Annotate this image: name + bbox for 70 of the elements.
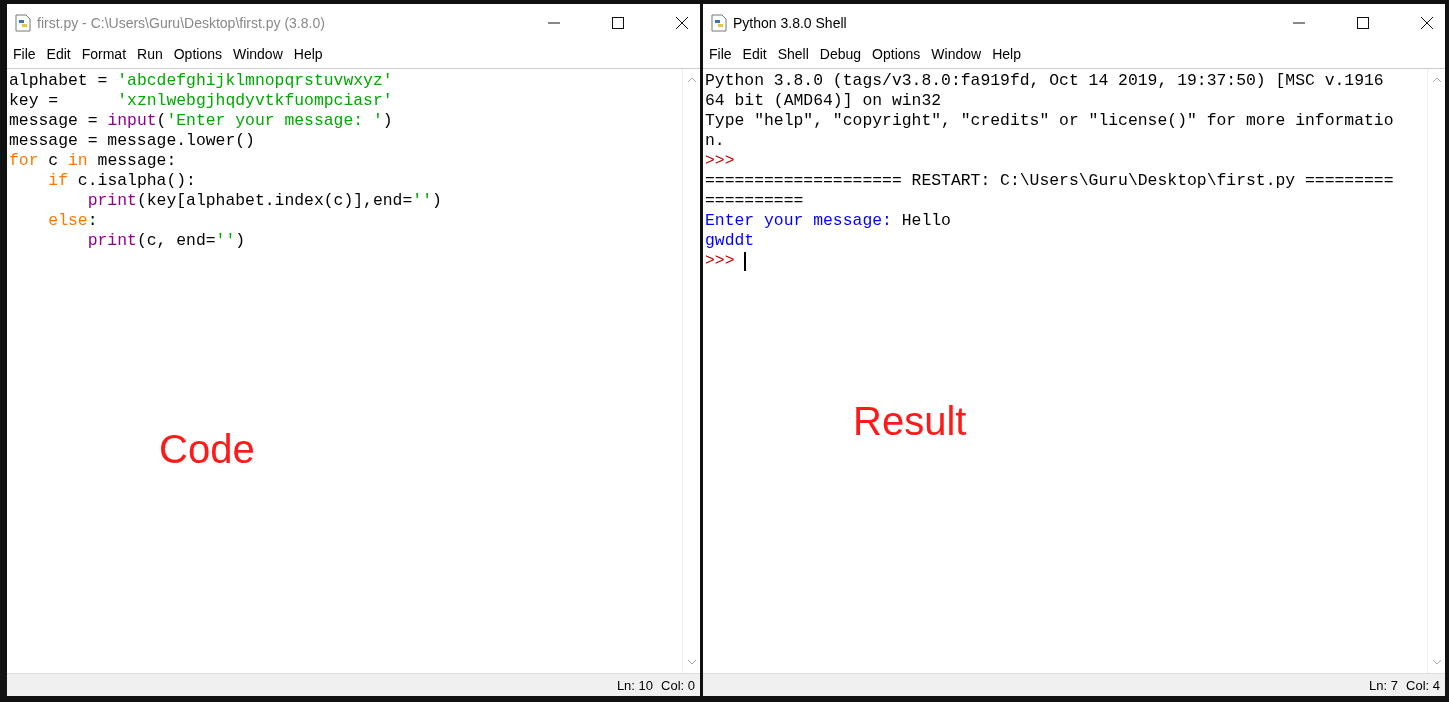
window-title: Python 3.8.0 Shell: [733, 15, 847, 31]
maximize-icon[interactable]: [1357, 17, 1369, 29]
code-text: c: [47, 151, 60, 171]
code-text: message =: [9, 111, 99, 131]
code-text: ): [382, 111, 393, 131]
string-text: '': [215, 231, 236, 251]
keyword-text: else: [47, 211, 88, 231]
menu-item[interactable]: Shell: [777, 46, 809, 64]
code-text: ): [235, 231, 246, 251]
string-text: '': [412, 191, 432, 211]
builtin-text: print: [86, 191, 137, 211]
menu-item[interactable]: Window: [931, 46, 982, 64]
menu-item[interactable]: Window: [232, 46, 283, 64]
python-file-icon: [711, 14, 727, 32]
line-number-status: Ln: 7: [1369, 677, 1399, 693]
maximize-icon[interactable]: [612, 17, 624, 29]
code-text: alphabet =: [9, 71, 109, 91]
code-text: :: [87, 211, 98, 231]
annotation-label: Code: [159, 427, 255, 472]
menu-item[interactable]: Debug: [819, 46, 862, 64]
keyword-text: in: [68, 151, 88, 171]
scroll-down-icon[interactable]: [686, 659, 697, 665]
line-number-status: Ln: 10: [616, 677, 654, 693]
scroll-up-icon[interactable]: [1431, 77, 1442, 83]
menu-item[interactable]: Format: [81, 46, 127, 64]
menu-item[interactable]: Edit: [742, 46, 767, 64]
code-text: c.isalpha():: [76, 171, 196, 191]
code-text: (key[alphabet.index(c)],end=: [136, 191, 413, 211]
code-text: Python 3.8.0 (tags/v3.8.0:fa919fd, Oct 14 2019, 19:37:50) [MSC v.1916: [705, 71, 1384, 91]
text-cursor: [744, 251, 747, 271]
scroll-down-icon[interactable]: [1431, 659, 1442, 665]
keyword-text: if: [47, 171, 69, 191]
code-text: message:: [96, 151, 177, 171]
annotation-label: Result: [853, 399, 967, 444]
menu-item[interactable]: Edit: [46, 46, 71, 64]
code-text: (c, end=: [136, 231, 216, 251]
menu-item[interactable]: Help: [992, 46, 1021, 64]
menu-item[interactable]: File: [13, 46, 36, 64]
builtin-text: input: [107, 111, 157, 131]
code-text: Type "help", "copyright", "credits" or "license()" for more informatio: [705, 111, 1394, 131]
close-icon[interactable]: [1421, 17, 1433, 29]
prompt-text: >>>: [705, 251, 736, 271]
menu-item[interactable]: Options: [173, 46, 222, 64]
string-text: 'Enter your message: ': [166, 111, 383, 131]
string-text: 'xznlwebgjhqdyvtkfuompciasr': [117, 91, 393, 111]
code-text: ): [432, 191, 442, 211]
code-text: (: [156, 111, 167, 131]
code-text: n.: [705, 131, 725, 151]
code-text: key =: [9, 91, 60, 111]
code-text: message = message.lower(): [9, 131, 255, 151]
code-text: ==================== RESTART: C:\Users\Guru\Desktop\first.py =========: [705, 171, 1394, 191]
column-status: Col: 0: [661, 677, 695, 693]
string-text: 'abcdefghijklmnopqrstuvwxyz': [117, 71, 393, 91]
close-icon[interactable]: [676, 17, 688, 29]
builtin-text: print: [86, 231, 137, 251]
code-text: 64 bit (AMD64)] on win32: [705, 91, 942, 111]
scroll-up-icon[interactable]: [686, 77, 697, 83]
menu-item[interactable]: Run: [137, 46, 163, 64]
prompt-text: >>>: [705, 151, 735, 171]
code-text: Hello: [901, 211, 951, 231]
output-text: Enter your message:: [705, 211, 893, 231]
column-status: Col: 4: [1406, 677, 1440, 693]
menu-item[interactable]: Help: [293, 46, 323, 64]
keyword-text: for: [9, 151, 39, 171]
python-file-icon: [15, 14, 31, 32]
menu-item[interactable]: File: [709, 46, 732, 64]
code-text: ==========: [705, 191, 804, 211]
window-title: first.py - C:\Users\Guru\Desktop\first.py (3.8.0): [37, 15, 325, 31]
output-text: gwddt: [705, 231, 755, 251]
menu-item[interactable]: Options: [872, 46, 921, 64]
